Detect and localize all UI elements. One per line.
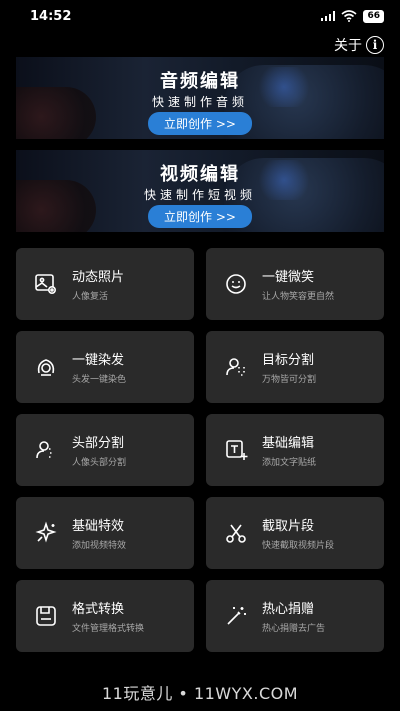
feature-subtitle: 人像复活: [72, 292, 109, 302]
feature-title: 截取片段: [262, 519, 315, 534]
feature-card-head-split[interactable]: 头部分割 人像头部分割: [16, 414, 194, 486]
feature-subtitle: 快速截取视频片段: [262, 541, 335, 551]
info-icon: i: [366, 36, 384, 54]
banner-subtitle: 快速制作短视频: [143, 188, 256, 202]
feature-title: 基础特效: [72, 519, 125, 534]
banner-title: 视频编辑: [160, 164, 240, 185]
feature-title: 格式转换: [72, 602, 125, 617]
create-now-button[interactable]: 立即创作 >>: [148, 205, 252, 228]
hair-dye-icon: [34, 355, 58, 379]
feature-title: 一键染发: [72, 353, 125, 368]
feature-subtitle: 万物皆可分割: [262, 375, 317, 385]
feature-title: 热心捐赠: [262, 602, 315, 617]
battery-indicator: 66: [363, 9, 384, 23]
feature-title: 目标分割: [262, 353, 315, 368]
feature-card-hair-dye[interactable]: 一键染发 头发一键染色: [16, 331, 194, 403]
video-edit-banner[interactable]: 视频编辑 快速制作短视频 立即创作 >>: [16, 150, 384, 232]
photo-icon: [34, 272, 58, 296]
status-time: 14:52: [30, 8, 72, 24]
feature-subtitle: 热心捐赠去广告: [262, 624, 326, 634]
smile-icon: [224, 272, 248, 296]
sparkle-icon: [34, 521, 58, 545]
signal-icon: [321, 11, 336, 21]
status-bar: 14:52 66: [0, 0, 400, 32]
feature-card-donate[interactable]: 热心捐赠 热心捐赠去广告: [206, 580, 384, 652]
feature-card-target-split[interactable]: 目标分割 万物皆可分割: [206, 331, 384, 403]
feature-title: 动态照片: [72, 270, 125, 285]
feature-subtitle: 让人物笑容更自然: [262, 292, 335, 302]
scissors-icon: [224, 521, 248, 545]
feature-card-one-key-smile[interactable]: 一键微笑 让人物笑容更自然: [206, 248, 384, 320]
feature-title: 头部分割: [72, 436, 125, 451]
feature-title: 一键微笑: [262, 270, 315, 285]
feature-card-dynamic-photo[interactable]: 动态照片 人像复活: [16, 248, 194, 320]
feature-subtitle: 人像头部分割: [72, 458, 127, 468]
about-label: 关于: [334, 38, 362, 54]
feature-subtitle: 添加文字贴纸: [262, 458, 317, 468]
feature-card-clip-segment[interactable]: 截取片段 快速截取视频片段: [206, 497, 384, 569]
feature-subtitle: 添加视频特效: [72, 541, 127, 551]
head-split-icon: [34, 438, 58, 462]
feature-card-basic-edit[interactable]: 基础编辑 添加文字贴纸: [206, 414, 384, 486]
feature-card-basic-effects[interactable]: 基础特效 添加视频特效: [16, 497, 194, 569]
about-button[interactable]: 关于 i: [334, 34, 384, 56]
feature-subtitle: 文件管理格式转换: [72, 624, 145, 634]
feature-subtitle: 头发一键染色: [72, 375, 127, 385]
magic-wand-icon: [224, 604, 248, 628]
status-icons: 66: [321, 9, 384, 23]
create-now-button[interactable]: 立即创作 >>: [148, 112, 252, 135]
banner-title: 音频编辑: [160, 71, 240, 92]
watermark: 11玩意儿 • 11WYX.COM: [101, 684, 299, 703]
audio-edit-banner[interactable]: 音频编辑 快速制作音频 立即创作 >>: [16, 57, 384, 139]
feature-title: 基础编辑: [262, 436, 315, 451]
wifi-icon: [341, 10, 357, 22]
save-icon: [34, 604, 58, 628]
text-add-icon: [224, 438, 248, 462]
target-split-icon: [224, 355, 248, 379]
banner-subtitle: 快速制作音频: [151, 95, 248, 109]
feature-card-format-convert[interactable]: 格式转换 文件管理格式转换: [16, 580, 194, 652]
